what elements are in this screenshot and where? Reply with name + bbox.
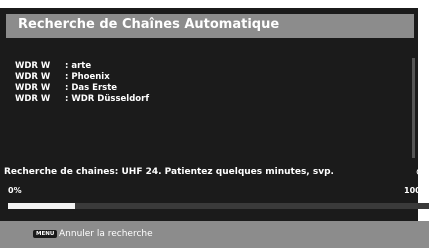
progress-start-label: 0% xyxy=(8,186,22,195)
channel-name: : Das Erste xyxy=(65,83,118,93)
list-item: WDR W : Das Erste xyxy=(15,83,149,94)
search-progress-bar xyxy=(8,203,429,209)
list-item: WDR W : arte xyxy=(15,61,149,72)
search-status-text: Recherche de chaines: UHF 24. Patientez … xyxy=(4,167,334,177)
list-item: WDR W : WDR Düsseldorf xyxy=(15,94,149,105)
channel-prefix: WDR W xyxy=(15,72,51,82)
channel-prefix: WDR W xyxy=(15,83,51,93)
channel-search-screen: Recherche de Chaînes Automatique WDR W :… xyxy=(0,0,429,248)
channel-name: : arte xyxy=(65,61,92,71)
footer-bar: MENU Annuler la recherche xyxy=(0,221,429,248)
title-bar: Recherche de Chaînes Automatique xyxy=(6,14,414,38)
list-item: WDR W : Phoenix xyxy=(15,72,149,83)
progress-end-label: 100% xyxy=(404,186,429,195)
menu-key-badge[interactable]: MENU xyxy=(33,230,58,238)
cancel-search-label[interactable]: Annuler la recherche xyxy=(59,229,153,239)
channel-name: : Phoenix xyxy=(65,72,110,82)
channel-prefix: WDR W xyxy=(15,94,51,104)
signal-icon: ⊙ xyxy=(415,167,425,178)
progress-fill xyxy=(8,203,76,209)
channel-name: : WDR Düsseldorf xyxy=(65,94,150,104)
page-title: Recherche de Chaînes Automatique xyxy=(18,17,280,32)
channel-prefix: WDR W xyxy=(15,61,51,71)
found-channel-list: WDR W : arte WDR W : Phoenix WDR W : Das… xyxy=(15,61,149,105)
list-scrollbar[interactable] xyxy=(412,58,415,158)
search-panel xyxy=(0,8,418,221)
